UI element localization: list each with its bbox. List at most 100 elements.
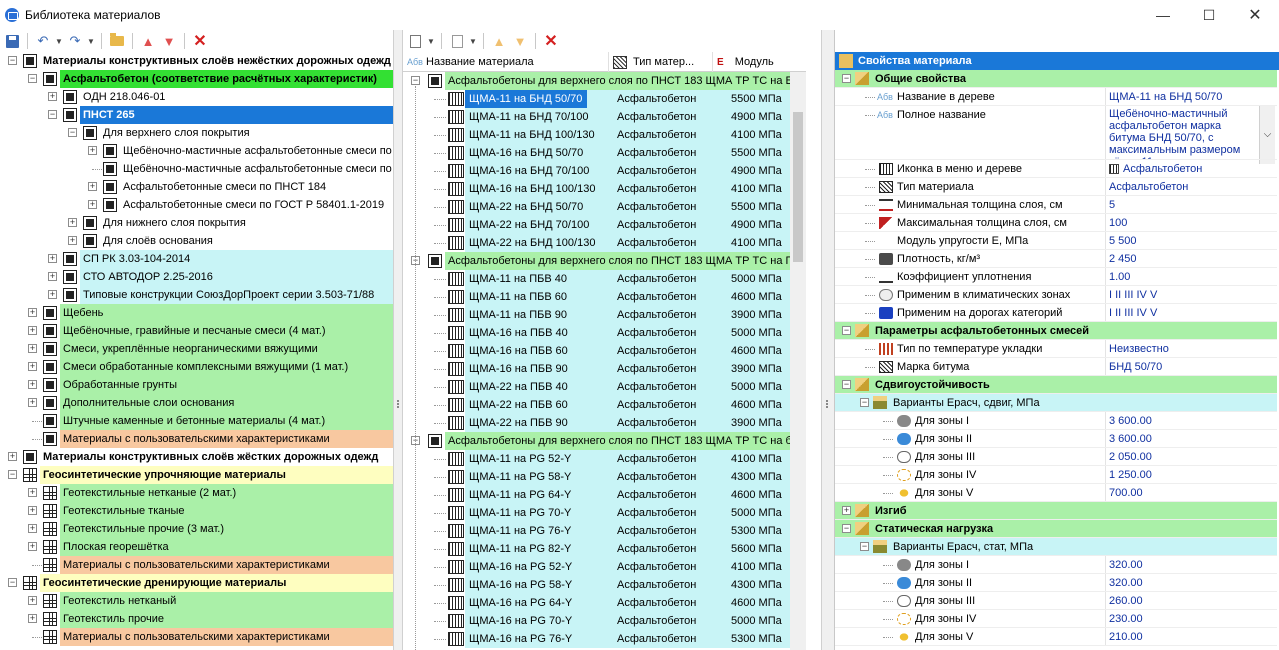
tree-node[interactable]: + Асфальтобетонные смеси по ПНСТ 184 xyxy=(0,178,393,196)
property-row[interactable]: Тип по температуре укладки Неизвестно xyxy=(835,340,1277,358)
property-value[interactable]: БНД 50/70 xyxy=(1105,358,1277,376)
property-row[interactable]: Для зоны III 260.00 xyxy=(835,592,1277,610)
column-modulus-header[interactable]: E Модуль xyxy=(713,52,806,72)
material-row[interactable]: ЩМА-11 на PG 82-Y Асфальтобетон 5600 МПа xyxy=(403,540,790,558)
tree-node[interactable]: + СТО АВТОДОР 2.25-2016 xyxy=(0,268,393,286)
tree-node[interactable]: − Материалы конструктивных слоёв нежёстки… xyxy=(0,52,393,70)
group-row[interactable]: − Асфальтобетоны для верхнего слоя по ПНС… xyxy=(403,252,806,270)
material-row[interactable]: ЩМА-16 на БНД 50/70 Асфальтобетон 5500 МПа xyxy=(403,144,790,162)
tree-node[interactable]: + Геотекстиль нетканый xyxy=(0,592,393,610)
property-category[interactable]: − Статическая нагрузка xyxy=(835,520,1277,538)
expand-icon[interactable]: + xyxy=(28,326,37,335)
material-row[interactable]: ЩМА-11 на ПБВ 90 Асфальтобетон 3900 МПа xyxy=(403,306,790,324)
property-row[interactable]: Для зоны III 2 050.00 xyxy=(835,448,1277,466)
property-value[interactable]: 5 500 xyxy=(1105,232,1277,250)
redo-button[interactable]: ↷ xyxy=(66,32,84,50)
tree-node[interactable]: + Щебёночные, гравийные и песчаные смеси … xyxy=(0,322,393,340)
property-value[interactable]: 320.00 xyxy=(1105,556,1277,574)
material-row[interactable]: ЩМА-22 на ПБВ 40 Асфальтобетон 5000 МПа xyxy=(403,378,790,396)
collapse-icon[interactable]: − xyxy=(8,470,17,479)
property-value[interactable]: 260.00 xyxy=(1105,592,1277,610)
property-value[interactable]: 100 xyxy=(1105,214,1277,232)
property-value[interactable]: I II III IV V xyxy=(1105,286,1277,304)
property-value[interactable]: Щебёночно-мастичный асфальтобетон марка … xyxy=(1105,106,1259,160)
expand-icon[interactable]: + xyxy=(48,272,57,281)
expand-icon[interactable]: + xyxy=(28,506,37,515)
tree-node[interactable]: Щебёночно-мастичные асфальтобетонные сме… xyxy=(0,160,393,178)
collapse-icon[interactable]: − xyxy=(48,110,57,119)
close-button[interactable]: ✕ xyxy=(1232,0,1278,30)
property-value[interactable]: 230.00 xyxy=(1105,610,1277,628)
property-row[interactable]: Для зоны I 320.00 xyxy=(835,556,1277,574)
collapse-icon[interactable]: − xyxy=(842,326,851,335)
list-scrollbar[interactable] xyxy=(790,72,806,650)
property-row[interactable]: Применим на дорогах категорий I II III IV… xyxy=(835,304,1277,322)
tree-node[interactable]: + Асфальтобетонные смеси по ГОСТ Р 58401.… xyxy=(0,196,393,214)
expand-icon[interactable]: + xyxy=(8,452,17,461)
material-row[interactable]: ЩМА-11 на PG 76-Y Асфальтобетон 5300 МПа xyxy=(403,522,790,540)
tree-node[interactable]: + СП РК 3.03-104-2014 xyxy=(0,250,393,268)
material-row[interactable]: ЩМА-22 на ПБВ 60 Асфальтобетон 4600 МПа xyxy=(403,396,790,414)
splitter-left[interactable] xyxy=(393,30,403,650)
material-row[interactable]: ЩМА-16 на PG 52-Y Асфальтобетон 4100 МПа xyxy=(403,558,790,576)
collapse-icon[interactable]: − xyxy=(28,74,37,83)
material-row[interactable]: ЩМА-22 на БНД 50/70 Асфальтобетон 5500 МПа xyxy=(403,198,790,216)
tree-node[interactable]: − ПНСТ 265 xyxy=(0,106,393,124)
collapse-icon[interactable]: − xyxy=(842,380,851,389)
tree-node[interactable]: Материалы с пользовательскими характерис… xyxy=(0,430,393,448)
property-row[interactable]: Минимальная толщина слоя, см 5 xyxy=(835,196,1277,214)
move-up-button[interactable]: ▲ xyxy=(139,32,157,50)
tree-node[interactable]: + Геотекстильные тканые xyxy=(0,502,393,520)
tree-node[interactable]: + Материалы конструктивных слоёв жёстких … xyxy=(0,448,393,466)
property-row[interactable]: Максимальная толщина слоя, см 100 xyxy=(835,214,1277,232)
collapse-icon[interactable]: − xyxy=(842,74,851,83)
expand-icon[interactable]: + xyxy=(28,542,37,551)
material-row[interactable]: ЩМА-16 на PG 76-Y Асфальтобетон 5300 МПа xyxy=(403,630,790,648)
collapse-icon[interactable]: − xyxy=(842,524,851,533)
expand-icon[interactable]: + xyxy=(28,308,37,317)
material-row[interactable]: ЩМА-16 на PG 58-Y Асфальтобетон 4300 МПа xyxy=(403,576,790,594)
property-value[interactable]: 1 250.00 xyxy=(1105,466,1277,484)
new-material-button[interactable] xyxy=(406,32,424,50)
column-type-header[interactable]: Тип матер... xyxy=(609,52,713,72)
new-folder-button[interactable] xyxy=(108,32,126,50)
expand-icon[interactable]: + xyxy=(28,344,37,353)
expand-icon[interactable]: + xyxy=(28,380,37,389)
tree-node[interactable]: + Дополнительные слои основания xyxy=(0,394,393,412)
material-row[interactable]: ЩМА-22 на ПБВ 90 Асфальтобетон 3900 МПа xyxy=(403,414,790,432)
group-row[interactable]: − Асфальтобетоны для верхнего слоя по ПНС… xyxy=(403,432,806,450)
expand-icon[interactable]: + xyxy=(48,254,57,263)
expand-icon[interactable]: + xyxy=(88,200,97,209)
property-row[interactable]: Модуль упругости E, МПа 5 500 xyxy=(835,232,1277,250)
tree-node[interactable]: + Щебёночно-мастичные асфальтобетонные см… xyxy=(0,142,393,160)
collapse-icon[interactable]: − xyxy=(860,542,869,551)
tree-node[interactable]: Материалы с пользовательскими характерис… xyxy=(0,556,393,574)
property-row[interactable]: Тип материала Асфальтобетон xyxy=(835,178,1277,196)
material-row[interactable]: ЩМА-16 на БНД 100/130 Асфальтобетон 4100 М… xyxy=(403,180,790,198)
property-value[interactable]: 3 600.00 xyxy=(1105,430,1277,448)
material-row[interactable]: ЩМА-11 на ПБВ 60 Асфальтобетон 4600 МПа xyxy=(403,288,790,306)
property-subgroup[interactable]: − Варианты Eрасч, сдвиг, МПа xyxy=(835,394,1277,412)
tree-node[interactable]: Штучные каменные и бетонные материалы (4… xyxy=(0,412,393,430)
tree-node[interactable]: + Геотекстиль прочие xyxy=(0,610,393,628)
expand-icon[interactable]: + xyxy=(68,236,77,245)
tree-node[interactable]: + Смеси, укреплённые неорганическими вяжу… xyxy=(0,340,393,358)
property-row[interactable]: Для зоны IV 230.00 xyxy=(835,610,1277,628)
tree-node[interactable]: − Геосинтетические упрочняющие материалы xyxy=(0,466,393,484)
property-value[interactable]: 210.00 xyxy=(1105,628,1277,646)
save-button[interactable] xyxy=(3,32,21,50)
list-delete-button[interactable]: ✕ xyxy=(542,32,560,50)
material-row[interactable]: ЩМА-16 на ПБВ 90 Асфальтобетон 3900 МПа xyxy=(403,360,790,378)
redo-dropdown[interactable]: ▼ xyxy=(87,32,95,50)
expand-icon[interactable]: + xyxy=(28,614,37,623)
property-category[interactable]: − Сдвигоустойчивость xyxy=(835,376,1277,394)
property-value[interactable]: I II III IV V xyxy=(1105,304,1277,322)
property-value[interactable]: 700.00 xyxy=(1105,484,1277,502)
move-down-button[interactable]: ▼ xyxy=(160,32,178,50)
property-row[interactable]: Для зоны I 3 600.00 xyxy=(835,412,1277,430)
property-row[interactable]: Для зоны IV 1 250.00 xyxy=(835,466,1277,484)
collapse-icon[interactable]: − xyxy=(411,76,420,85)
copy-dropdown[interactable]: ▼ xyxy=(469,32,477,50)
minimize-button[interactable]: — xyxy=(1140,0,1186,30)
material-row[interactable]: ЩМА-11 на PG 64-Y Асфальтобетон 4600 МПа xyxy=(403,486,790,504)
